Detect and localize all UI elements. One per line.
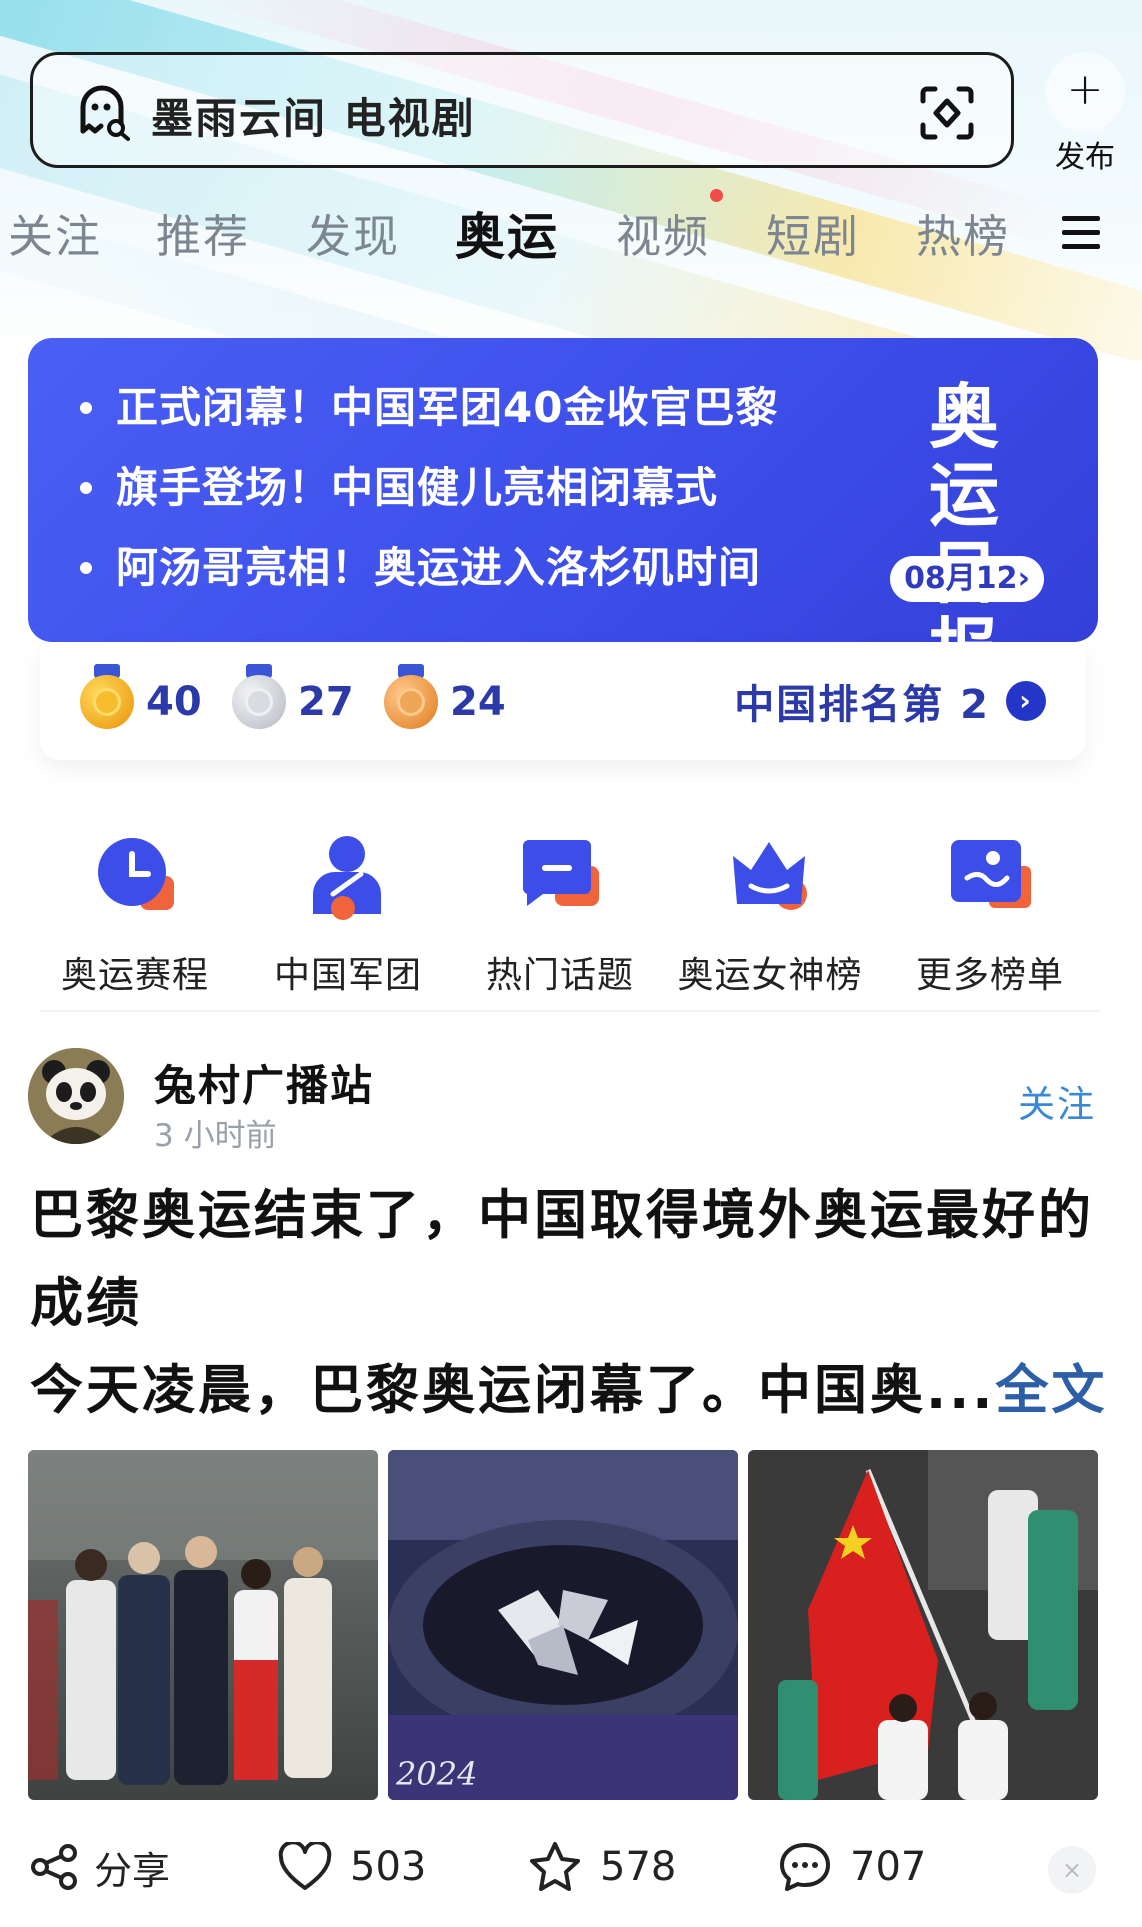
publish-button[interactable]: + 发布 — [1040, 52, 1130, 176]
entry-hot-topics[interactable]: 热门话题 — [460, 832, 660, 998]
read-more-link[interactable]: 全文 — [995, 1360, 1107, 1421]
tab-short-drama[interactable]: 短剧 — [766, 200, 860, 265]
bronze-count: 24 — [450, 679, 506, 725]
like-button[interactable]: 503 — [278, 1836, 426, 1898]
favorite-count: 578 — [600, 1844, 677, 1890]
date-pill[interactable]: 08月12› — [890, 556, 1044, 602]
follow-button[interactable]: 关注 — [1018, 1074, 1096, 1128]
tab-video[interactable]: 视频 — [616, 200, 710, 265]
tab-olympics[interactable]: 奥运 — [455, 197, 559, 269]
author-name[interactable]: 兔村广播站 — [154, 1052, 374, 1113]
entry-goddess-ranking[interactable]: 奥运女神榜 — [670, 832, 870, 998]
avatar[interactable] — [28, 1048, 124, 1144]
photo-flag-bearers[interactable] — [748, 1450, 1098, 1800]
photo-stadium-show[interactable]: 2024 — [388, 1450, 738, 1800]
entry-schedule[interactable]: 奥运赛程 — [35, 832, 235, 998]
bronze-medal-icon — [384, 675, 438, 729]
chevron-right-icon: › — [1006, 681, 1046, 721]
gold-medal-icon — [80, 675, 134, 729]
headline-item[interactable]: 正式闭幕！中国军团40金收官巴黎 — [80, 378, 778, 458]
heart-icon — [278, 1842, 332, 1890]
photo-ceremony-officials[interactable] — [28, 1450, 378, 1800]
quick-entries: 奥运赛程 中国军团 热门话题 奥运女神榜 更多榜单 — [30, 832, 1110, 996]
ghost-search-icon — [80, 85, 130, 141]
crown-icon — [733, 842, 807, 910]
headline-item[interactable]: 阿汤哥亮相！奥运进入洛杉矶时间 — [80, 538, 778, 618]
scan-icon[interactable] — [919, 85, 975, 141]
search-bar[interactable]: 墨雨云间 电视剧 — [30, 52, 1014, 168]
silver-medal: 27 — [232, 664, 354, 732]
entry-china-team[interactable]: 中国军团 — [248, 832, 448, 998]
medal-tally[interactable]: 40 27 24 中国排名第 2 › — [40, 642, 1086, 760]
menu-icon[interactable] — [1062, 216, 1100, 252]
headline-item[interactable]: 旗手登场！中国健儿亮相闭幕式 — [80, 458, 778, 538]
chevron-right-icon: › — [1017, 561, 1030, 596]
headline-list: 正式闭幕！中国军团40金收官巴黎 旗手登场！中国健儿亮相闭幕式 阿汤哥亮相！奥运… — [80, 378, 778, 618]
entry-more-rankings[interactable]: 更多榜单 — [890, 832, 1090, 998]
olympic-daily-banner[interactable]: 正式闭幕！中国军团40金收官巴黎 旗手登场！中国健儿亮相闭幕式 阿汤哥亮相！奥运… — [28, 338, 1098, 642]
gold-count: 40 — [146, 679, 202, 725]
china-rank[interactable]: 中国排名第 2 › — [734, 672, 1046, 730]
silver-count: 27 — [298, 679, 354, 725]
share-icon — [31, 1844, 77, 1890]
post-title[interactable]: 巴黎奥运结束了，中国取得境外奥运最好的成绩 — [30, 1172, 1100, 1348]
panda-avatar-image — [28, 1048, 124, 1144]
tab-follow[interactable]: 关注 — [8, 200, 102, 265]
photo-caption: 2024 — [395, 1755, 477, 1793]
tab-hot-list[interactable]: 热榜 — [916, 200, 1010, 265]
tab-discover[interactable]: 发现 — [306, 200, 400, 265]
ranking-card-icon — [951, 840, 1031, 908]
share-label: 分享 — [94, 1848, 171, 1893]
post-photos: 2024 — [28, 1450, 1098, 1800]
channel-tabs: 关注 推荐 发现 奥运 视频 短剧 热榜 — [0, 200, 1142, 280]
daily-title: 奥运 日报 — [929, 376, 1005, 642]
post-time: 3 小时前 — [154, 1118, 277, 1154]
favorite-button[interactable]: 578 — [528, 1836, 676, 1898]
plus-icon: + — [1045, 52, 1125, 132]
notification-dot — [710, 189, 723, 202]
athlete-icon — [313, 836, 381, 920]
post-excerpt[interactable]: 今天凌晨，巴黎奥运闭幕了。中国奥...全文 — [30, 1356, 1110, 1426]
post-actions: 分享 503 578 707 — [0, 1836, 1142, 1906]
star-icon — [530, 1842, 580, 1891]
section-divider — [40, 1010, 1100, 1012]
bronze-medal: 24 — [384, 664, 506, 732]
silver-medal-icon — [232, 675, 286, 729]
clock-icon — [98, 838, 174, 910]
gold-medal: 40 — [80, 664, 202, 732]
tab-recommend[interactable]: 推荐 — [156, 200, 250, 265]
like-count: 503 — [350, 1844, 427, 1890]
comment-count: 707 — [850, 1844, 927, 1890]
chat-bubble-icon — [522, 840, 599, 906]
publish-label: 发布 — [1055, 140, 1115, 175]
comment-icon — [780, 1843, 830, 1891]
search-input[interactable]: 墨雨云间 电视剧 — [151, 85, 476, 146]
dismiss-button[interactable]: × — [1048, 1846, 1096, 1894]
share-button[interactable]: 分享 — [30, 1836, 170, 1898]
comment-button[interactable]: 707 — [778, 1836, 926, 1898]
